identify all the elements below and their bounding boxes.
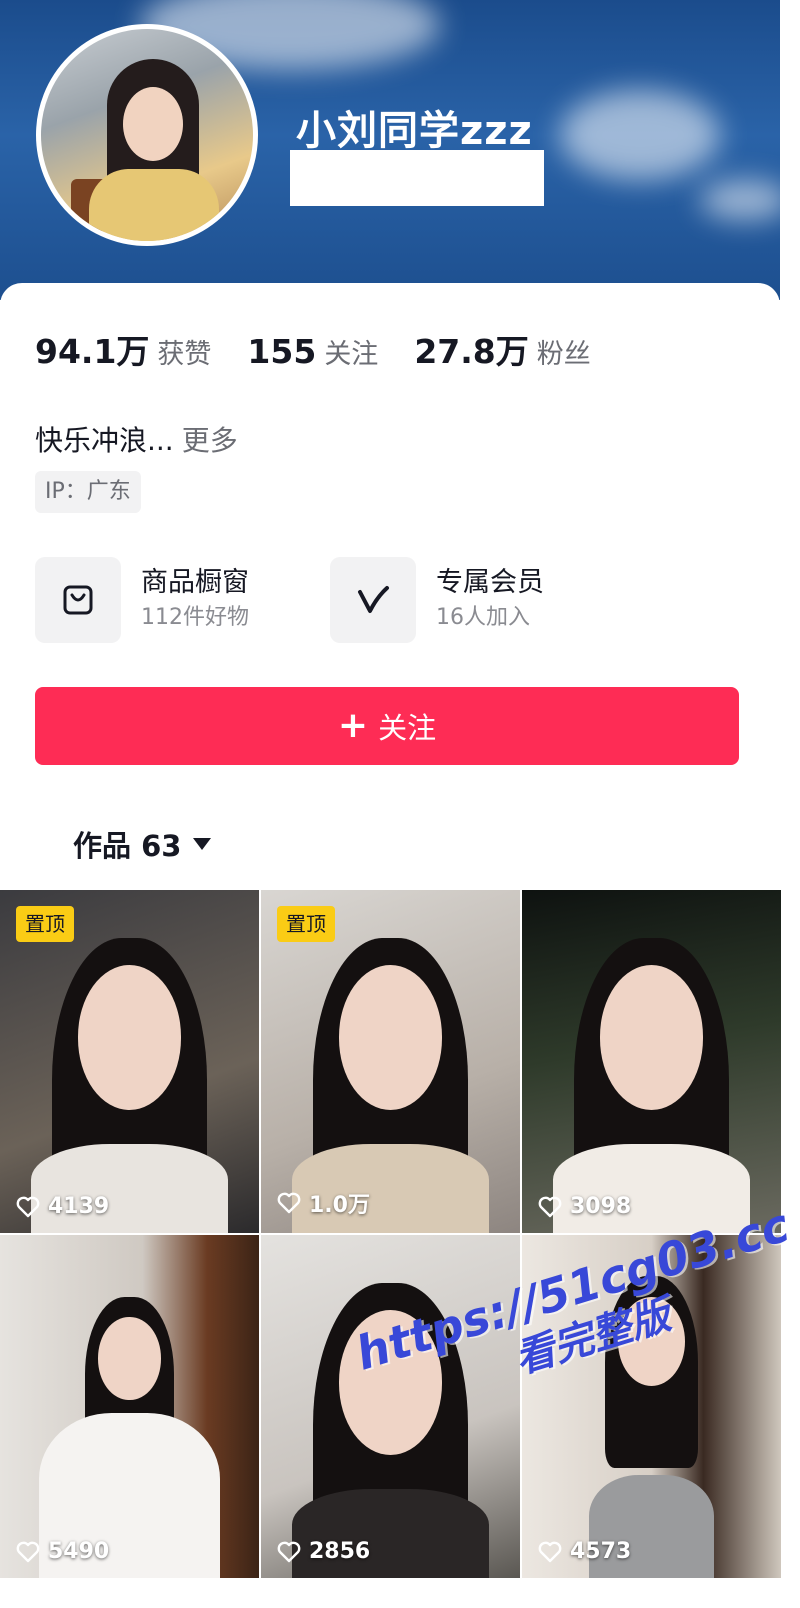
pinned-badge: 置顶: [277, 906, 335, 942]
cloud-decoration: [560, 90, 720, 180]
like-count-value: 2856: [309, 1539, 371, 1564]
avatar[interactable]: [36, 24, 258, 246]
like-count: 5490: [16, 1539, 109, 1564]
video-thumbnail[interactable]: 5490: [0, 1235, 259, 1578]
like-count: 3098: [538, 1194, 631, 1219]
video-thumbnail[interactable]: 2856: [261, 1235, 520, 1578]
thumbnail-shirt: [292, 1488, 489, 1578]
like-count-value: 4573: [570, 1539, 632, 1564]
like-count: 4139: [16, 1194, 109, 1219]
shop-window-subtitle: 112件好物: [141, 605, 249, 630]
heart-icon: [277, 1192, 301, 1214]
cloud-decoration: [700, 180, 790, 220]
heart-icon: [16, 1541, 40, 1562]
heart-icon: [538, 1541, 562, 1562]
like-count-value: 5490: [48, 1539, 110, 1564]
bio: 快乐冲浪... 更多: [35, 419, 238, 459]
thumbnail-face: [98, 1317, 161, 1400]
video-grid: 置顶 4139 置顶 1.0万 3098 5490 2856 4573: [0, 890, 781, 1608]
heart-icon: [538, 1196, 562, 1217]
avatar-body: [89, 169, 219, 241]
followers-count[interactable]: 27.8万: [414, 325, 528, 373]
membership-title: 专属会员: [436, 567, 544, 598]
plus-icon: +: [337, 705, 369, 746]
profile-card: 94.1万 获赞 155 关注 27.8万 粉丝 快乐冲浪... 更多 IP：广东…: [0, 283, 780, 888]
right-margin: [780, 0, 800, 1608]
likes-label[interactable]: 获赞: [157, 332, 211, 371]
video-thumbnail[interactable]: 4573: [522, 1235, 781, 1578]
followers-label[interactable]: 粉丝: [537, 332, 591, 371]
pinned-badge: 置顶: [16, 906, 74, 942]
redacted-id-block: [290, 150, 544, 206]
like-count-value: 4139: [48, 1194, 110, 1219]
avatar-face: [123, 87, 183, 161]
heart-icon: [16, 1196, 40, 1217]
likes-count: 94.1万: [35, 332, 150, 371]
video-thumbnail[interactable]: 3098: [522, 890, 781, 1233]
thumbnail-face: [77, 965, 182, 1110]
works-tab-label: 作品 63: [73, 829, 182, 863]
thumbnail-face: [338, 965, 443, 1110]
profile-header-banner: 小刘同学zzz: [0, 0, 800, 300]
like-count: 2856: [277, 1539, 370, 1564]
like-count-value: 1.0万: [309, 1193, 370, 1218]
tab-works[interactable]: 作品 63: [73, 823, 212, 865]
follow-button[interactable]: + 关注: [35, 687, 739, 765]
like-count-value: 3098: [570, 1194, 632, 1219]
thumbnail-face: [617, 1296, 686, 1386]
bio-text: 快乐冲浪...: [35, 424, 174, 457]
nickname: 小刘同学zzz: [296, 108, 533, 154]
thumbnail-face: [338, 1310, 443, 1455]
membership-entry[interactable]: 专属会员 16人加入: [330, 557, 544, 643]
video-thumbnail[interactable]: 置顶 4139: [0, 890, 259, 1233]
like-count: 1.0万: [277, 1187, 370, 1219]
shopping-bag-icon: [35, 557, 121, 643]
membership-subtitle: 16人加入: [436, 605, 530, 630]
thumbnail-shirt: [553, 1143, 750, 1233]
caret-down-icon: [193, 838, 212, 850]
like-count: 4573: [538, 1539, 631, 1564]
stats-row: 94.1万 获赞 155 关注 27.8万 粉丝: [35, 325, 627, 373]
video-thumbnail[interactable]: 置顶 1.0万: [261, 890, 520, 1233]
thumbnail-face: [599, 965, 704, 1110]
following-count[interactable]: 155: [247, 332, 316, 371]
follow-button-label: 关注: [378, 711, 437, 745]
shop-window-entry[interactable]: 商品橱窗 112件好物: [35, 557, 249, 643]
shop-window-title: 商品橱窗: [141, 567, 249, 598]
ip-location-tag: IP：广东: [35, 471, 141, 513]
heart-icon: [277, 1541, 301, 1562]
member-v-icon: [330, 557, 416, 643]
thumbnail-shirt: [31, 1143, 228, 1233]
following-label[interactable]: 关注: [324, 332, 378, 371]
bio-more-link[interactable]: 更多: [182, 424, 238, 457]
